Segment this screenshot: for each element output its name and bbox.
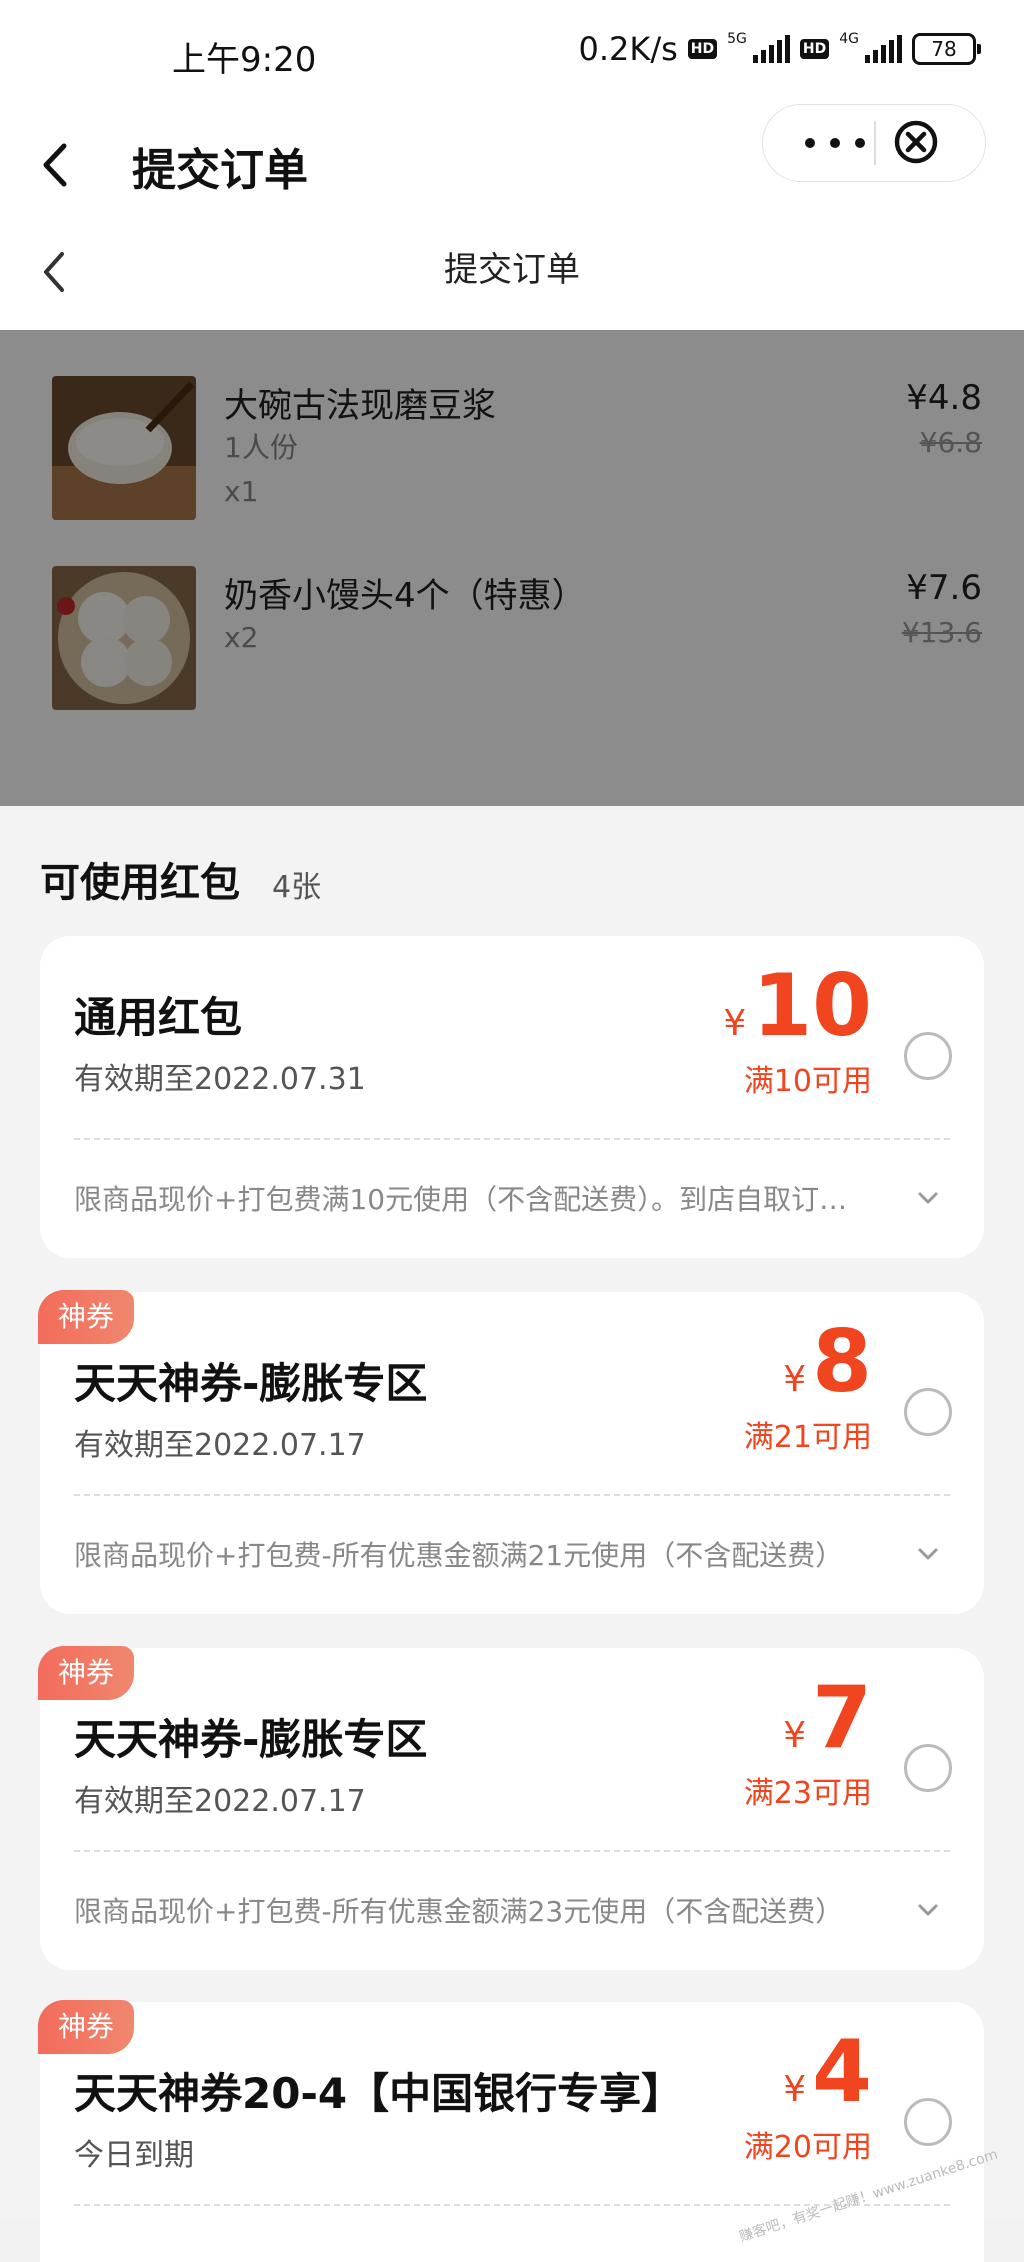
coupon-title: 天天神券-膨胀专区 [74, 1715, 428, 1764]
coupon-amount: ¥8 [783, 1312, 872, 1412]
net-type-5g: 5G [727, 31, 747, 47]
coupon-card[interactable]: 神券 天天神券-膨胀专区 有效期至2022.07.17 ¥7 满23可用 限商品… [38, 1646, 984, 1970]
coupon-title: 通用红包 [74, 993, 243, 1042]
page-title: 提交订单 [444, 250, 580, 290]
coupon-validity: 有效期至2022.07.17 [74, 1428, 366, 1463]
miniapp-title: 提交订单 [132, 145, 308, 196]
hd-badge: HD [687, 39, 718, 59]
coupon-validity: 有效期至2022.07.17 [74, 1784, 366, 1819]
status-indicators: 0.2K/s HD 5G HD 4G 78 [578, 30, 981, 68]
net-speed: 0.2K/s [578, 30, 678, 68]
close-circle-icon[interactable] [893, 119, 939, 165]
coupon-description: 限商品现价+打包费-所有优惠金额满21元使用（不含配送费） [74, 1539, 844, 1572]
coupon-count: 4张 [272, 870, 322, 905]
sheet-title: 可使用红包 [40, 860, 240, 906]
coupon-description: 限商品现价+打包费-所有优惠金额满23元使用（不含配送费） [74, 1895, 844, 1928]
coupon-sheet: 可使用红包 4张 通用红包 有效期至2022.07.31 ¥10 满10可用 限… [0, 806, 1024, 2262]
battery-icon: 78 [912, 33, 981, 65]
coupon-card[interactable]: 通用红包 有效期至2022.07.31 ¥10 满10可用 限商品现价+打包费满… [40, 936, 984, 1258]
signal-icon [752, 35, 790, 63]
coupon-validity: 有效期至2022.07.31 [74, 1062, 366, 1097]
coupon-validity: 今日到期 [74, 2138, 194, 2173]
divider [74, 1850, 950, 1852]
coupon-amount: ¥10 [723, 956, 872, 1056]
signal-icon-2 [865, 35, 902, 63]
status-time: 上午9:20 [172, 40, 317, 80]
coupon-amount: ¥4 [783, 2022, 872, 2122]
coupon-title: 天天神券20-4【中国银行专享】 [74, 2069, 684, 2118]
coupon-tag: 神券 [38, 2000, 135, 2054]
modal-overlay[interactable] [0, 330, 1024, 806]
capsule-divider [874, 121, 876, 165]
divider [74, 1494, 950, 1496]
coupon-condition: 满10可用 [743, 1064, 872, 1099]
coupon-card[interactable]: 神券 天天神券20-4【中国银行专享】 今日到期 ¥4 满20可用 [38, 2000, 984, 2262]
chevron-down-icon[interactable] [916, 1898, 940, 1922]
coupon-description: 限商品现价+打包费满10元使用（不含配送费）。到店自取订单可用 [74, 1183, 864, 1216]
coupon-tag: 神券 [38, 1290, 135, 1344]
coupon-radio[interactable] [904, 1032, 952, 1080]
chevron-down-icon[interactable] [916, 1186, 940, 1210]
hd-badge-2: HD [799, 39, 830, 59]
page-nav-bar: 提交订单 [0, 220, 1024, 330]
net-type-4g: 4G [839, 31, 859, 47]
chevron-down-icon[interactable] [916, 1542, 940, 1566]
divider [74, 1138, 950, 1140]
status-bar: 上午9:20 0.2K/s HD 5G HD 4G 78 [0, 0, 1024, 110]
back-arrow-icon[interactable] [36, 140, 76, 190]
coupon-condition: 满23可用 [743, 1776, 872, 1811]
coupon-title: 天天神券-膨胀专区 [74, 1359, 428, 1408]
more-icon[interactable] [805, 127, 865, 159]
coupon-condition: 满20可用 [743, 2130, 872, 2165]
coupon-condition: 满21可用 [743, 1420, 872, 1455]
coupon-radio[interactable] [904, 1744, 952, 1792]
coupon-tag: 神券 [38, 1646, 135, 1700]
miniapp-capsule [762, 104, 986, 182]
coupon-card[interactable]: 神券 天天神券-膨胀专区 有效期至2022.07.17 ¥8 满21可用 限商品… [38, 1290, 984, 1614]
coupon-amount: ¥7 [783, 1668, 872, 1768]
coupon-radio[interactable] [904, 1388, 952, 1436]
coupon-radio[interactable] [904, 2098, 952, 2146]
